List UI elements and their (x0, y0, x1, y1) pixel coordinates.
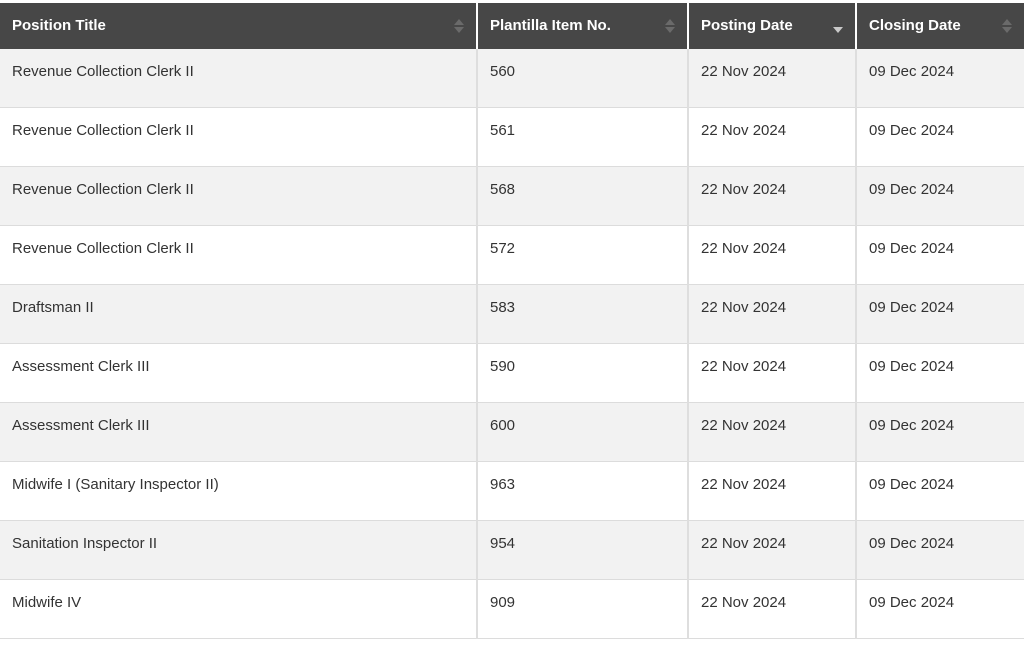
posting-date-cell: 22 Nov 2024 (687, 166, 856, 226)
position-title-cell: Revenue Collection Clerk II (0, 107, 477, 167)
table-row[interactable]: Draftsman II 583 22 Nov 2024 09 Dec 2024 (0, 284, 1024, 344)
sort-both-icon (454, 16, 464, 36)
table-header-row: Position Title Plantilla Item No. Postin… (0, 0, 1024, 49)
position-title-cell: Assessment Clerk III (0, 343, 477, 403)
column-header-closing-date[interactable]: Closing Date (855, 0, 1024, 49)
closing-date-cell: 09 Dec 2024 (855, 520, 1024, 580)
closing-date-cell: 09 Dec 2024 (855, 402, 1024, 462)
sort-both-icon (665, 16, 675, 36)
table-body: Revenue Collection Clerk II 560 22 Nov 2… (0, 48, 1024, 639)
posting-date-cell: 22 Nov 2024 (687, 107, 856, 167)
table-row[interactable]: Revenue Collection Clerk II 572 22 Nov 2… (0, 225, 1024, 285)
item-no-cell: 909 (476, 579, 688, 639)
job-postings-table-container: Position Title Plantilla Item No. Postin… (0, 0, 1024, 646)
posting-date-cell: 22 Nov 2024 (687, 461, 856, 521)
posting-date-cell: 22 Nov 2024 (687, 343, 856, 403)
item-no-cell: 560 (476, 48, 688, 108)
column-header-posting-date[interactable]: Posting Date (687, 0, 856, 49)
table-row[interactable]: Midwife IV 909 22 Nov 2024 09 Dec 2024 (0, 579, 1024, 639)
posting-date-cell: 22 Nov 2024 (687, 579, 856, 639)
closing-date-cell: 09 Dec 2024 (855, 48, 1024, 108)
posting-date-cell: 22 Nov 2024 (687, 225, 856, 285)
posting-date-cell: 22 Nov 2024 (687, 402, 856, 462)
column-header-position-title[interactable]: Position Title (0, 0, 477, 49)
column-header-label: Posting Date (701, 17, 793, 35)
item-no-cell: 561 (476, 107, 688, 167)
item-no-cell: 568 (476, 166, 688, 226)
table-row[interactable]: Midwife I (Sanitary Inspector II) 963 22… (0, 461, 1024, 521)
item-no-cell: 572 (476, 225, 688, 285)
sort-both-icon (1002, 16, 1012, 36)
table-row[interactable]: Assessment Clerk III 590 22 Nov 2024 09 … (0, 343, 1024, 403)
position-title-cell: Revenue Collection Clerk II (0, 166, 477, 226)
position-title-cell: Draftsman II (0, 284, 477, 344)
item-no-cell: 583 (476, 284, 688, 344)
column-header-label: Plantilla Item No. (490, 17, 611, 35)
position-title-cell: Assessment Clerk III (0, 402, 477, 462)
job-postings-table: Position Title Plantilla Item No. Postin… (0, 0, 1024, 639)
position-title-cell: Sanitation Inspector II (0, 520, 477, 580)
column-header-label: Closing Date (869, 17, 961, 35)
closing-date-cell: 09 Dec 2024 (855, 343, 1024, 403)
position-title-cell: Revenue Collection Clerk II (0, 48, 477, 108)
closing-date-cell: 09 Dec 2024 (855, 284, 1024, 344)
closing-date-cell: 09 Dec 2024 (855, 461, 1024, 521)
item-no-cell: 590 (476, 343, 688, 403)
closing-date-cell: 09 Dec 2024 (855, 166, 1024, 226)
position-title-cell: Midwife IV (0, 579, 477, 639)
item-no-cell: 954 (476, 520, 688, 580)
table-row[interactable]: Revenue Collection Clerk II 560 22 Nov 2… (0, 48, 1024, 108)
column-header-label: Position Title (12, 17, 106, 35)
table-row[interactable]: Assessment Clerk III 600 22 Nov 2024 09 … (0, 402, 1024, 462)
sort-descending-icon (833, 16, 843, 36)
column-header-plantilla-item-no[interactable]: Plantilla Item No. (476, 0, 688, 49)
closing-date-cell: 09 Dec 2024 (855, 579, 1024, 639)
item-no-cell: 600 (476, 402, 688, 462)
closing-date-cell: 09 Dec 2024 (855, 107, 1024, 167)
position-title-cell: Revenue Collection Clerk II (0, 225, 477, 285)
posting-date-cell: 22 Nov 2024 (687, 284, 856, 344)
posting-date-cell: 22 Nov 2024 (687, 48, 856, 108)
posting-date-cell: 22 Nov 2024 (687, 520, 856, 580)
closing-date-cell: 09 Dec 2024 (855, 225, 1024, 285)
position-title-cell: Midwife I (Sanitary Inspector II) (0, 461, 477, 521)
table-row[interactable]: Sanitation Inspector II 954 22 Nov 2024 … (0, 520, 1024, 580)
item-no-cell: 963 (476, 461, 688, 521)
table-row[interactable]: Revenue Collection Clerk II 561 22 Nov 2… (0, 107, 1024, 167)
table-row[interactable]: Revenue Collection Clerk II 568 22 Nov 2… (0, 166, 1024, 226)
